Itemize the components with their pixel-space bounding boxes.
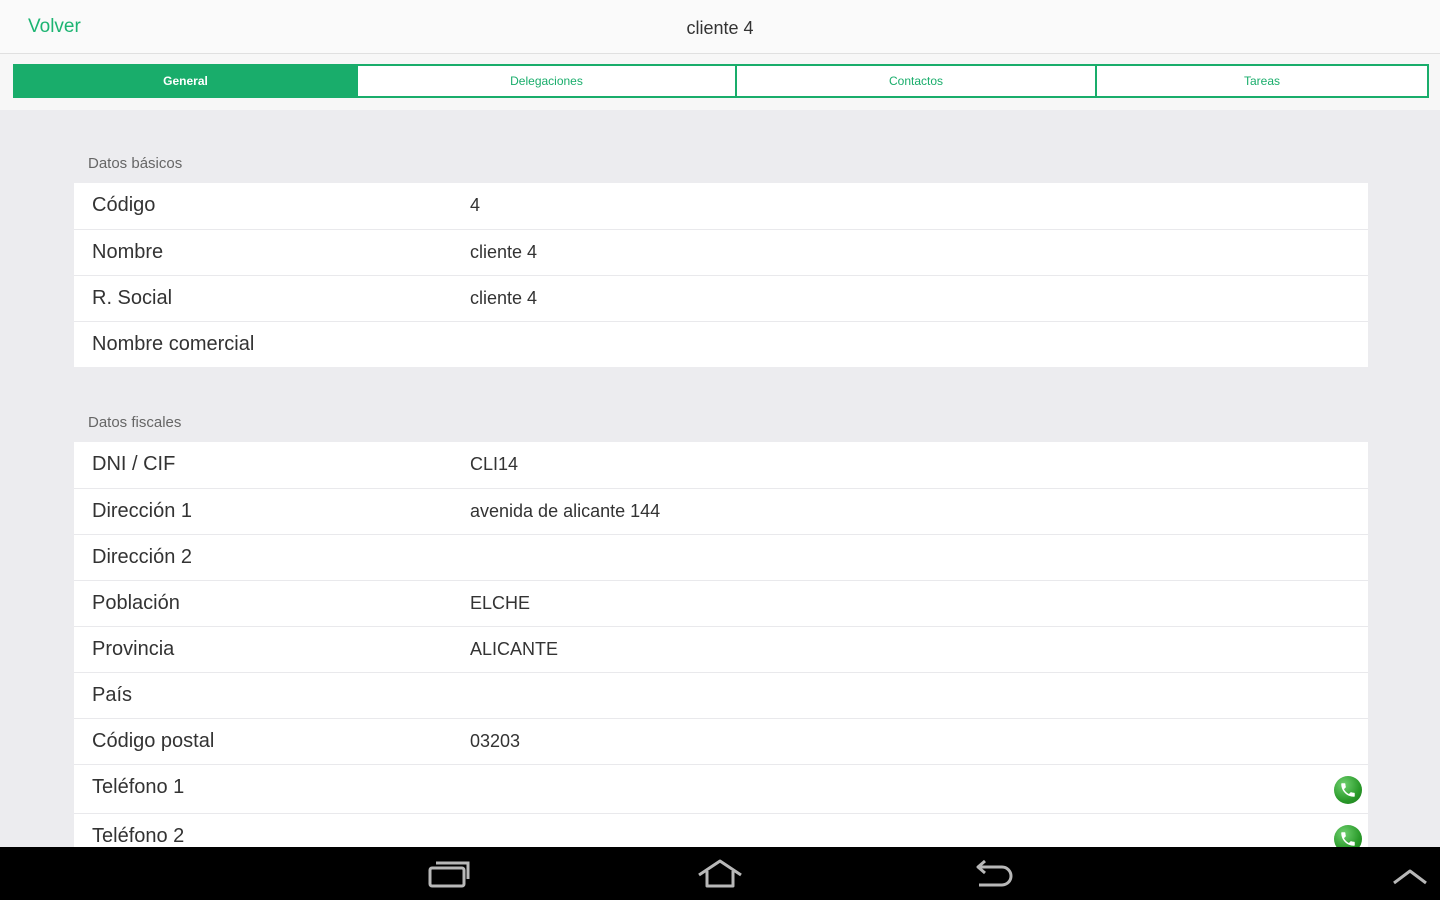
- field-row-telefono-1: Teléfono 1: [74, 764, 1368, 813]
- field-row-direccion-1: Dirección 1 avenida de alicante 144: [74, 488, 1368, 534]
- tab-delegaciones[interactable]: Delegaciones: [356, 66, 735, 96]
- segmented-tabs: General Delegaciones Contactos Tareas: [13, 64, 1429, 98]
- field-row-dni-cif: DNI / CIF CLI14: [74, 442, 1368, 488]
- field-label: Nombre: [92, 241, 164, 263]
- tab-contactos[interactable]: Contactos: [735, 66, 1095, 96]
- field-label: Nombre comercial: [92, 333, 255, 355]
- section-title-datos-fiscales: Datos fiscales: [88, 414, 182, 431]
- system-nav-bar: [0, 847, 1440, 900]
- field-row-nombre-comercial: Nombre comercial: [74, 321, 1368, 367]
- field-value: CLI14: [470, 454, 519, 474]
- field-row-poblacion: Población ELCHE: [74, 580, 1368, 626]
- field-row-pais: País: [74, 672, 1368, 718]
- section-title-datos-basicos: Datos básicos: [88, 155, 183, 172]
- card-datos-basicos: Código 4 Nombre cliente 4 R. Social clie…: [74, 183, 1368, 367]
- field-label: Código: [92, 194, 156, 216]
- field-label: Teléfono 1: [92, 776, 185, 798]
- field-value: 4: [470, 195, 481, 215]
- page-title: cliente 4: [686, 18, 754, 38]
- phone-icon[interactable]: [1334, 825, 1362, 847]
- home-icon[interactable]: [696, 857, 744, 891]
- field-label: Provincia: [92, 638, 175, 660]
- field-label: Población: [92, 592, 180, 614]
- field-label: R. Social: [92, 287, 173, 309]
- field-value: cliente 4: [470, 242, 538, 262]
- field-value: ALICANTE: [470, 639, 559, 659]
- field-label: DNI / CIF: [92, 453, 176, 475]
- scroll-content[interactable]: Datos básicos Código 4 Nombre cliente 4 …: [0, 110, 1440, 847]
- field-row-codigo-postal: Código postal 03203: [74, 718, 1368, 764]
- field-label: País: [92, 684, 133, 706]
- chevron-up-icon[interactable]: [1386, 857, 1434, 891]
- field-row-nombre: Nombre cliente 4: [74, 229, 1368, 275]
- field-label: Código postal: [92, 730, 215, 752]
- field-value: cliente 4: [470, 288, 538, 308]
- field-label: Teléfono 2: [92, 825, 185, 847]
- field-row-codigo: Código 4: [74, 183, 1368, 229]
- field-row-provincia: Provincia ALICANTE: [74, 626, 1368, 672]
- card-datos-fiscales: DNI / CIF CLI14 Dirección 1 avenida de a…: [74, 442, 1368, 847]
- field-row-direccion-2: Dirección 2: [74, 534, 1368, 580]
- tab-general[interactable]: General: [15, 66, 356, 96]
- back-icon[interactable]: [970, 857, 1018, 891]
- phone-icon[interactable]: [1334, 776, 1362, 804]
- field-row-telefono-2: Teléfono 2: [74, 813, 1368, 847]
- field-value: ELCHE: [470, 593, 531, 613]
- tab-tareas[interactable]: Tareas: [1095, 66, 1427, 96]
- field-label: Dirección 2: [92, 546, 193, 568]
- recent-apps-icon[interactable]: [426, 857, 474, 891]
- field-value: avenida de alicante 144: [470, 501, 661, 521]
- field-value: 03203: [470, 731, 521, 751]
- tabs-bar: General Delegaciones Contactos Tareas: [0, 54, 1440, 110]
- field-label: Dirección 1: [92, 500, 193, 522]
- field-row-razon-social: R. Social cliente 4: [74, 275, 1368, 321]
- top-bar: Volver cliente 4: [0, 0, 1440, 54]
